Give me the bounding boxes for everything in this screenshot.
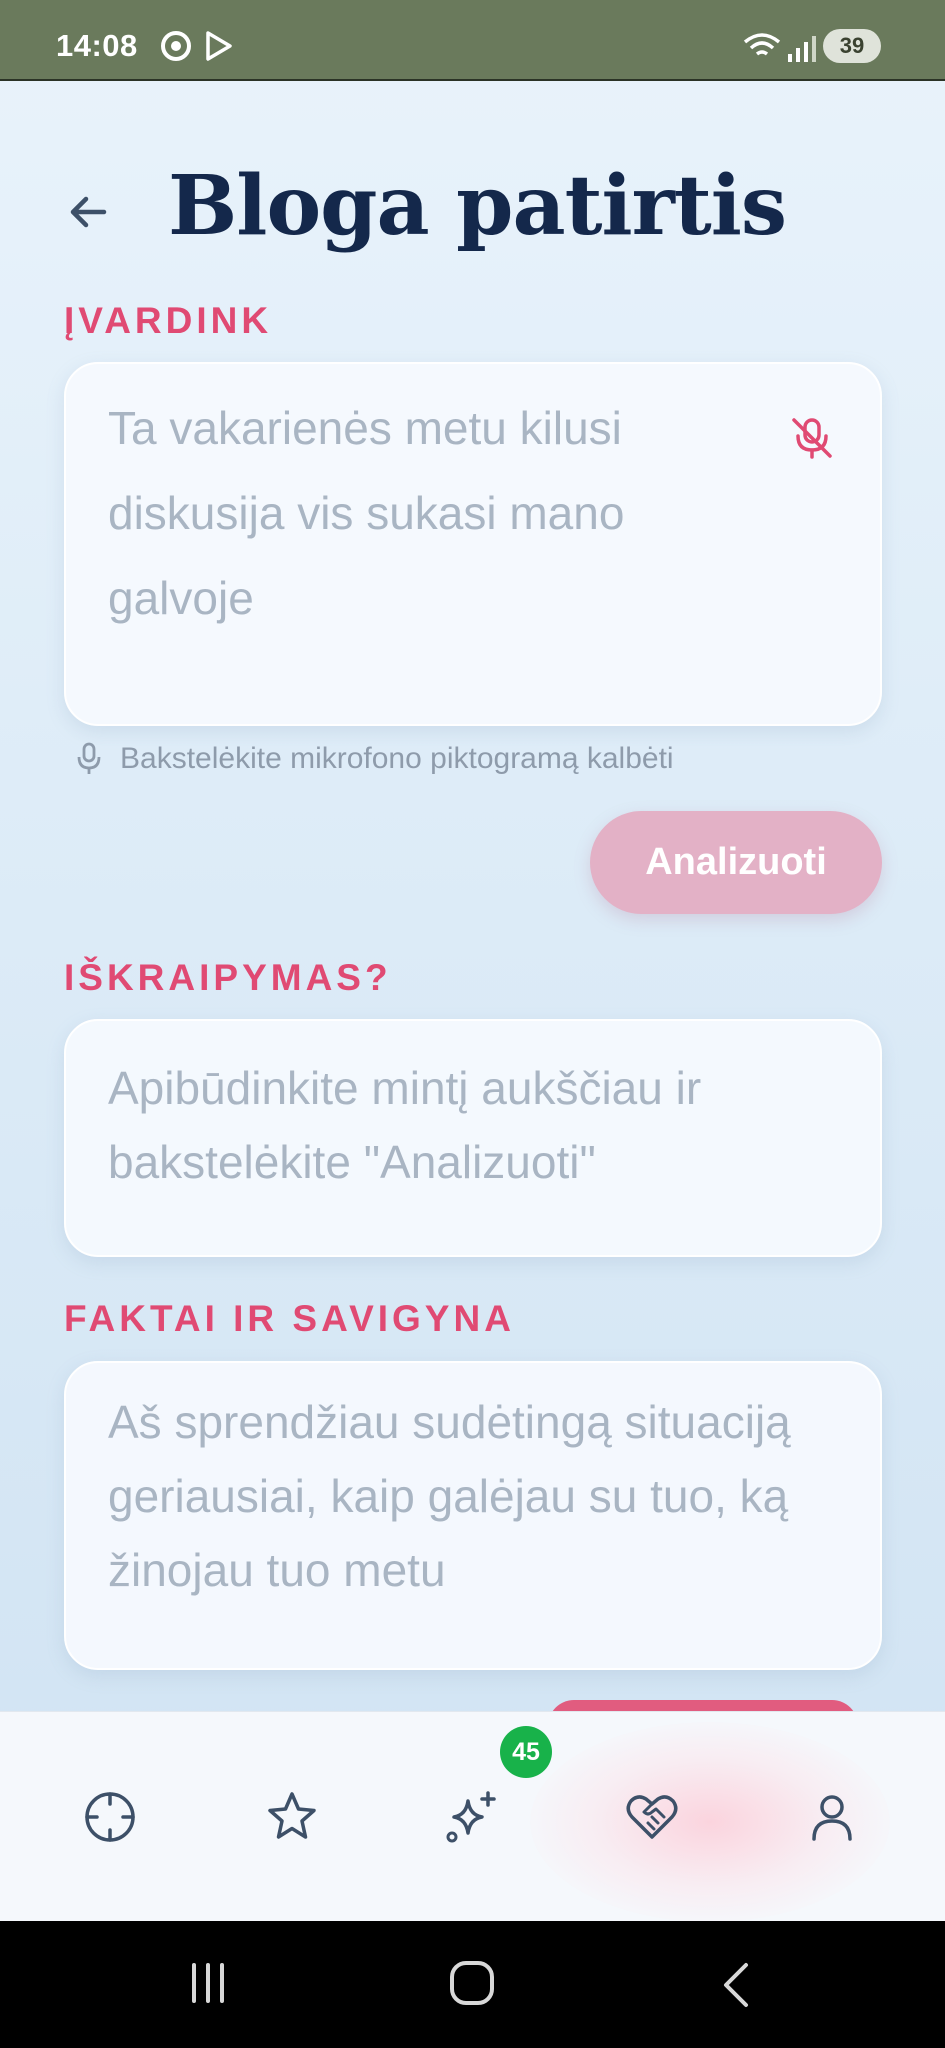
thought-placeholder: Ta vakarienės metu kilusi diskusija vis … — [108, 402, 625, 624]
chrome-icon — [160, 30, 192, 67]
distortion-card: Apibūdinkite mintį aukščiau ir bakstelėk… — [64, 1019, 882, 1257]
page-title: Bloga patirtis — [168, 158, 787, 254]
recents-icon[interactable] — [186, 1961, 230, 2010]
home-icon[interactable] — [448, 1959, 496, 2012]
target-icon — [85, 1792, 135, 1842]
facts-placeholder: Aš sprendžiau sudėtingą situaciją geriau… — [108, 1396, 791, 1596]
signal-icon — [786, 34, 816, 67]
arrow-left-icon — [70, 196, 107, 228]
sparkles-icon — [446, 1791, 496, 1843]
facts-label: FAKTAI IR SAVIGYNA — [64, 1298, 515, 1339]
star-icon — [268, 1792, 316, 1839]
nav-favorites[interactable] — [260, 1785, 324, 1849]
microphone-icon — [77, 742, 101, 774]
status-bar: 14:08 39 — [0, 0, 945, 81]
system-nav-bar — [0, 1921, 945, 2048]
nav-insights[interactable] — [440, 1785, 504, 1849]
nav-profile[interactable] — [800, 1785, 864, 1849]
thought-input[interactable]: Ta vakarienės metu kilusi diskusija vis … — [64, 362, 882, 726]
status-time: 14:08 — [56, 28, 138, 63]
distortion-text: Apibūdinkite mintį aukščiau ir bakstelėk… — [108, 1062, 702, 1188]
nav-goals[interactable] — [78, 1785, 142, 1849]
nav-wellbeing[interactable] — [620, 1785, 684, 1849]
back-button[interactable] — [62, 184, 118, 240]
mic-off-icon[interactable] — [790, 416, 834, 460]
mic-hint: Bakstelėkite mikrofono piktogramą kalbėt… — [76, 742, 674, 776]
heart-handshake-icon — [626, 1795, 678, 1839]
play-store-icon — [204, 30, 234, 67]
user-icon — [812, 1795, 852, 1841]
wifi-icon — [742, 32, 782, 67]
facts-input[interactable]: Aš sprendžiau sudėtingą situaciją geriau… — [64, 1361, 882, 1670]
back-icon[interactable] — [718, 1961, 754, 2014]
identify-label: ĮVARDINK — [64, 300, 273, 341]
mic-hint-text: Bakstelėkite mikrofono piktogramą kalbėt… — [120, 742, 674, 775]
notification-badge: 45 — [500, 1726, 552, 1778]
battery-indicator: 39 — [823, 29, 881, 63]
distortion-label: IŠKRAIPYMAS? — [64, 957, 392, 998]
analyze-button[interactable]: Analizuoti — [590, 811, 882, 914]
